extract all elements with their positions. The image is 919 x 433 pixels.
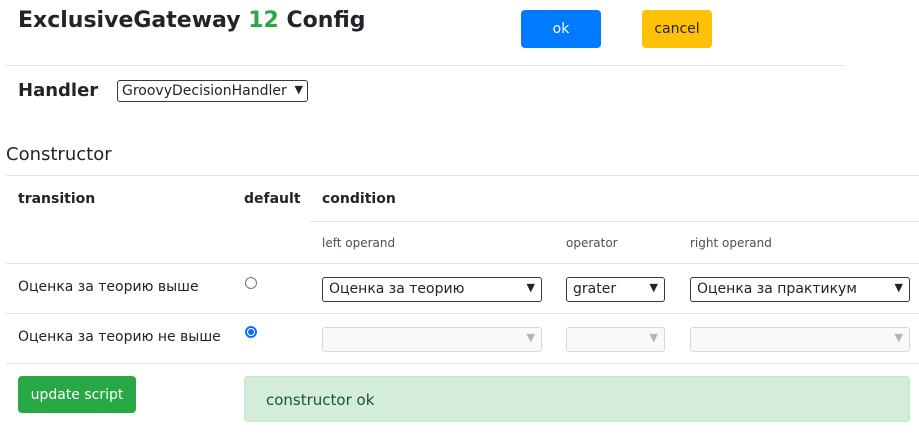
header-bottom-border — [6, 263, 919, 264]
handler-label: Handler — [18, 80, 99, 101]
table-bottom-border — [6, 363, 919, 364]
chevron-down-icon: ▼ — [894, 331, 903, 344]
title-number: 12 — [248, 8, 279, 33]
operator-select[interactable]: ▼ — [566, 327, 665, 352]
chevron-down-icon: ▼ — [894, 281, 903, 294]
chevron-down-icon: ▼ — [649, 331, 658, 344]
left-operand-select[interactable]: ▼ — [322, 327, 542, 352]
default-radio[interactable] — [245, 277, 257, 289]
column-header-operator: operator — [566, 236, 618, 250]
cancel-button[interactable]: cancel — [642, 10, 712, 48]
right-operand-select[interactable]: ▼ — [690, 327, 910, 352]
chevron-down-icon: ▼ — [649, 281, 658, 294]
table-top-border — [6, 175, 919, 176]
row-divider — [6, 313, 919, 314]
column-header-condition: condition — [322, 191, 396, 207]
operator-value: grater — [573, 281, 617, 297]
page-title: ExclusiveGateway 12 Config — [18, 8, 366, 33]
ok-button[interactable]: ok — [521, 10, 601, 48]
constructor-heading: Constructor — [6, 144, 112, 165]
column-header-default: default — [244, 191, 301, 207]
right-operand-select[interactable]: Оценка за практикум ▼ — [690, 277, 910, 302]
condition-header-divider — [310, 221, 919, 222]
default-radio[interactable] — [245, 326, 257, 338]
column-header-left-operand: left operand — [322, 236, 396, 250]
column-header-right-operand: right operand — [690, 236, 772, 250]
chevron-down-icon: ▼ — [526, 281, 535, 294]
column-header-transition: transition — [18, 191, 96, 207]
chevron-down-icon: ▼ — [526, 331, 535, 344]
chevron-down-icon: ▼ — [294, 83, 303, 96]
title-prefix: ExclusiveGateway — [18, 8, 241, 33]
handler-select-value: GroovyDecisionHandler — [122, 83, 287, 99]
right-operand-value: Оценка за практикум — [697, 281, 857, 297]
left-operand-value: Оценка за теорию — [329, 281, 465, 297]
handler-select[interactable]: GroovyDecisionHandler ▼ — [117, 80, 308, 102]
left-operand-select[interactable]: Оценка за теорию ▼ — [322, 277, 542, 302]
transition-name: Оценка за теорию выше — [18, 279, 199, 295]
update-script-button[interactable]: update script — [18, 376, 136, 413]
transition-name: Оценка за теорию не выше — [18, 329, 221, 345]
header-divider — [6, 65, 845, 66]
status-alert: constructor ok — [244, 376, 910, 422]
operator-select[interactable]: grater ▼ — [566, 277, 665, 302]
title-suffix: Config — [286, 8, 366, 33]
